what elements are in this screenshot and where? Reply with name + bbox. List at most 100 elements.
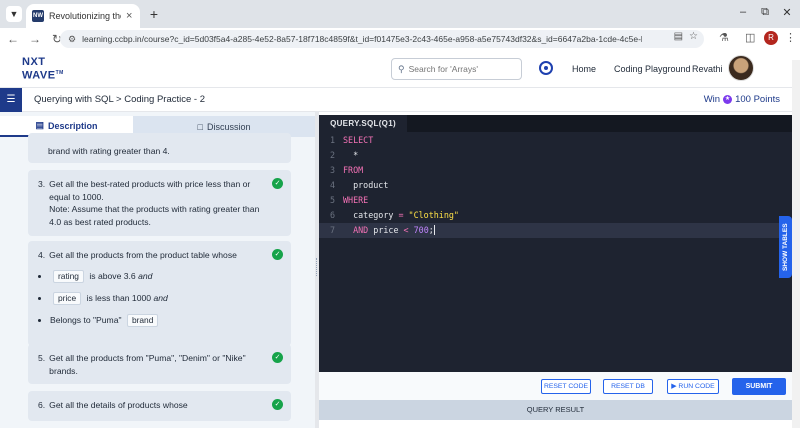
question-6-text: Get all the details of products whose: [49, 400, 188, 410]
search-icon: ⚲: [398, 63, 405, 74]
show-tables-button[interactable]: SHOW TABLES: [779, 216, 792, 278]
submit-button[interactable]: SUBMIT: [732, 378, 786, 395]
logo-line-1: NXT: [22, 56, 46, 68]
sidepanel-icon[interactable]: ◫: [745, 31, 755, 44]
search-input[interactable]: [408, 64, 513, 74]
minimize-icon[interactable]: –: [734, 6, 752, 18]
avatar[interactable]: [728, 55, 754, 81]
code-keyword: FROM: [343, 165, 364, 175]
condition-and: and: [153, 292, 168, 303]
points-value: 100 Points: [735, 94, 780, 105]
question-5-number: 5.: [38, 353, 46, 363]
description-panel: ▤ Description □ Discussion brand with ra…: [0, 112, 315, 428]
condition-rating: rating is above 3.6 and: [50, 269, 281, 283]
app-header: NXT WAVETM ⚲ Home Coding Playground Reva…: [0, 50, 800, 88]
browser-tab[interactable]: NW Revolutionizing the Job Market ×: [26, 4, 140, 28]
code-editor[interactable]: QUERY.SQL(Q1) 1 SELECT 2 * 3 FROM 4 produc…: [319, 115, 792, 372]
drag-handle-icon[interactable]: [316, 258, 318, 276]
condition-text: is above 3.6: [89, 270, 136, 281]
address-bar[interactable]: ⚙ learning.ccbp.in/course?c_id=5d03f5a4-…: [60, 30, 704, 48]
question-card-3[interactable]: 3. Get all the best-rated products with …: [28, 170, 291, 236]
code-chip: rating: [53, 269, 84, 283]
nxtwave-logo[interactable]: NXT WAVETM: [22, 57, 64, 82]
restore-icon[interactable]: ⧉: [756, 6, 774, 19]
document-icon: ▤: [35, 120, 44, 130]
code-line[interactable]: 1 SELECT: [319, 133, 792, 148]
condition-text: is less than 1000: [86, 292, 152, 303]
code-line[interactable]: 4 product: [319, 178, 792, 193]
win-points: Win ★ 100 Points: [704, 94, 780, 105]
forward-icon[interactable]: →: [26, 32, 44, 46]
tab-discussion-label: Discussion: [206, 121, 251, 132]
code-chip: price: [53, 291, 82, 305]
question-card-5[interactable]: 5. Get all the products from "Puma", "De…: [28, 344, 291, 384]
browser-tabstrip: ▼ NW Revolutionizing the Job Market × + …: [0, 0, 800, 28]
code-line-active[interactable]: 7 AND price < 700;: [319, 223, 792, 238]
url-text: learning.ccbp.in/course?c_id=5d03f5a4-a2…: [82, 34, 642, 44]
star-icon[interactable]: ☆: [689, 31, 698, 42]
code-line[interactable]: 2 *: [319, 148, 792, 163]
code-lines[interactable]: 1 SELECT 2 * 3 FROM 4 product 5 WHERE 6 cat…: [319, 133, 792, 238]
question-4-conditions: rating is above 3.6 and price is less th…: [38, 269, 281, 327]
back-icon[interactable]: ←: [4, 32, 22, 46]
chat-icon: □: [197, 121, 203, 132]
code-line[interactable]: 3 FROM: [319, 163, 792, 178]
line-number: 6: [329, 210, 335, 220]
condition-price: price is less than 1000 and: [50, 291, 281, 305]
question-3-note: Note: Assume that the products with rati…: [49, 204, 260, 227]
streak-icon[interactable]: [539, 61, 553, 75]
install-icon[interactable]: ▤: [674, 31, 683, 42]
code-line[interactable]: 6 category = "Clothing": [319, 208, 792, 223]
question-card-2[interactable]: brand with rating greater than 4.: [28, 133, 291, 163]
user-name[interactable]: Revathi: [692, 64, 723, 74]
question-2-text: brand with rating greater than 4.: [48, 146, 170, 156]
line-number: 3: [329, 165, 335, 175]
run-code-button[interactable]: ▶ RUN CODE: [667, 379, 719, 394]
browser-tab-title: Revolutionizing the Job Market: [49, 11, 121, 21]
new-tab-icon[interactable]: +: [145, 5, 163, 23]
close-window-icon[interactable]: ✕: [778, 6, 796, 19]
page-scrollbar[interactable]: [792, 60, 800, 428]
editor-tabbar: QUERY.SQL(Q1): [319, 115, 792, 132]
extensions-icon[interactable]: ⚗: [719, 31, 729, 44]
condition-brand: Belongs to "Puma" brand: [50, 313, 281, 327]
problem-bar: ☰ Querying with SQL > Coding Practice - …: [0, 88, 800, 112]
code-text: *: [343, 150, 359, 160]
nav-coding-playground[interactable]: Coding Playground: [614, 64, 691, 74]
win-label: Win: [703, 94, 721, 105]
code-keyword: SELECT: [343, 135, 374, 145]
question-5-text: Get all the products from "Puma", "Denim…: [49, 353, 246, 376]
check-icon: ✓: [272, 399, 283, 410]
code-line[interactable]: 5 WHERE: [319, 193, 792, 208]
reset-db-button[interactable]: RESET DB: [603, 379, 653, 394]
line-number: 2: [329, 150, 335, 160]
sidebar-toggle-icon[interactable]: ☰: [0, 88, 22, 112]
question-4-number: 4.: [38, 250, 46, 260]
code-chip: brand: [126, 313, 159, 327]
site-info-icon[interactable]: ⚙: [68, 34, 76, 45]
code-keyword: WHERE: [343, 195, 369, 205]
text-cursor: [433, 225, 435, 235]
question-card-6[interactable]: 6. Get all the details of products whose…: [28, 391, 291, 421]
nav-home[interactable]: Home: [572, 64, 596, 74]
menu-icon[interactable]: ⋮: [785, 31, 796, 44]
reset-code-button[interactable]: RESET CODE: [541, 379, 591, 394]
code-number: 700: [408, 225, 429, 235]
question-card-4[interactable]: 4. Get all the products from the product…: [28, 241, 291, 346]
condition-and: and: [138, 270, 153, 281]
breadcrumb: Querying with SQL > Coding Practice - 2: [34, 94, 205, 105]
profile-avatar[interactable]: R: [764, 31, 778, 45]
tab-search-icon[interactable]: ▼: [6, 6, 22, 22]
line-number: 5: [329, 195, 335, 205]
logo-tm: TM: [55, 70, 64, 76]
close-tab-icon[interactable]: ×: [126, 10, 132, 22]
coin-icon: ★: [723, 95, 733, 104]
query-result-tab[interactable]: QUERY RESULT: [319, 400, 792, 420]
editor-file-tab[interactable]: QUERY.SQL(Q1): [319, 115, 407, 132]
search-box[interactable]: ⚲: [391, 58, 522, 80]
question-4-text: Get all the products from the product ta…: [49, 250, 237, 260]
code-text: category: [343, 210, 399, 220]
check-icon: ✓: [272, 352, 283, 363]
editor-action-bar: RESET CODE RESET DB ▶ RUN CODE SUBMIT: [319, 372, 792, 400]
check-icon: ✓: [272, 178, 283, 189]
